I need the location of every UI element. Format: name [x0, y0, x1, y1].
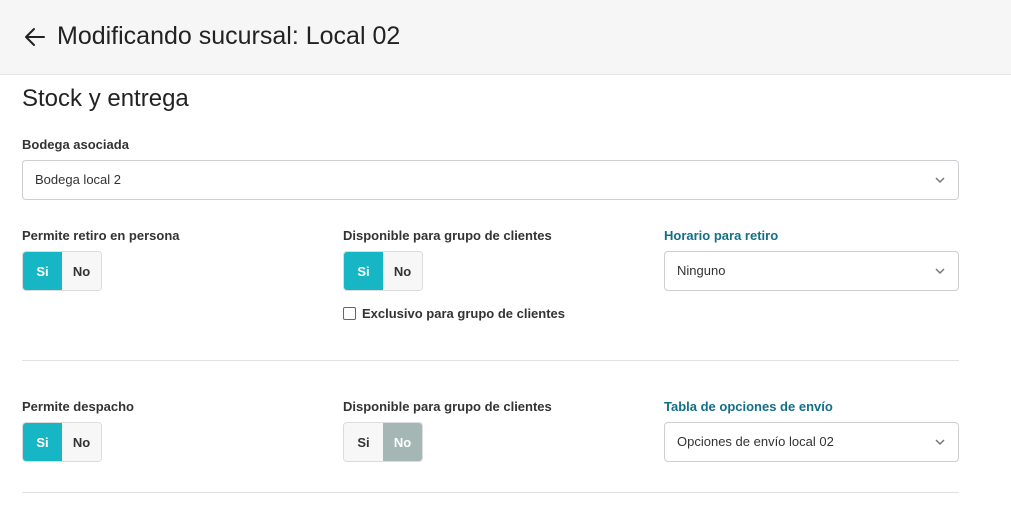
retiro-grupo-no-option[interactable]: No: [383, 252, 422, 290]
horario-label: Horario para retiro: [664, 228, 779, 243]
page-title: Modificando sucursal: Local 02: [57, 22, 401, 50]
tabla-envio-select[interactable]: Opciones de envío local 02: [664, 422, 959, 462]
tabla-envio-select-value: Opciones de envío local 02: [677, 434, 834, 449]
despacho-grupo-yes-option[interactable]: Si: [344, 423, 383, 461]
divider: [22, 360, 959, 361]
chevron-down-icon: [935, 439, 945, 446]
bodega-label: Bodega asociada: [22, 137, 129, 152]
retiro-grupo-toggle: Si No: [343, 251, 423, 291]
exclusivo-checkbox[interactable]: [343, 307, 356, 320]
despacho-no-option[interactable]: No: [62, 423, 101, 461]
horario-select-value: Ninguno: [677, 263, 726, 278]
despacho-grupo-no-option[interactable]: No: [383, 423, 422, 461]
chevron-down-icon: [935, 268, 945, 275]
despacho-toggle: Si No: [22, 422, 102, 462]
retiro-label: Permite retiro en persona: [22, 228, 180, 243]
retiro-no-option[interactable]: No: [62, 252, 101, 290]
despacho-grupo-label: Disponible para grupo de clientes: [343, 399, 552, 414]
retiro-yes-option[interactable]: Si: [23, 252, 62, 290]
exclusivo-label: Exclusivo para grupo de clientes: [362, 306, 566, 321]
chevron-down-icon: [935, 177, 945, 184]
bodega-select[interactable]: Bodega local 2: [22, 160, 959, 200]
retiro-grupo-label: Disponible para grupo de clientes: [343, 228, 552, 243]
arrow-left-icon[interactable]: [24, 26, 46, 48]
despacho-grupo-toggle: Si No: [343, 422, 423, 462]
horario-select[interactable]: Ninguno: [664, 251, 959, 291]
despacho-label: Permite despacho: [22, 399, 134, 414]
bodega-select-value: Bodega local 2: [35, 172, 122, 187]
tabla-envio-label: Tabla de opciones de envío: [664, 399, 833, 414]
retiro-toggle: Si No: [22, 251, 102, 291]
exclusivo-row: Exclusivo para grupo de clientes: [343, 306, 565, 321]
despacho-yes-option[interactable]: Si: [23, 423, 62, 461]
divider: [22, 492, 959, 493]
page-header: Modificando sucursal: Local 02: [0, 0, 1011, 75]
retiro-grupo-yes-option[interactable]: Si: [344, 252, 383, 290]
section-title: Stock y entrega: [22, 85, 189, 112]
